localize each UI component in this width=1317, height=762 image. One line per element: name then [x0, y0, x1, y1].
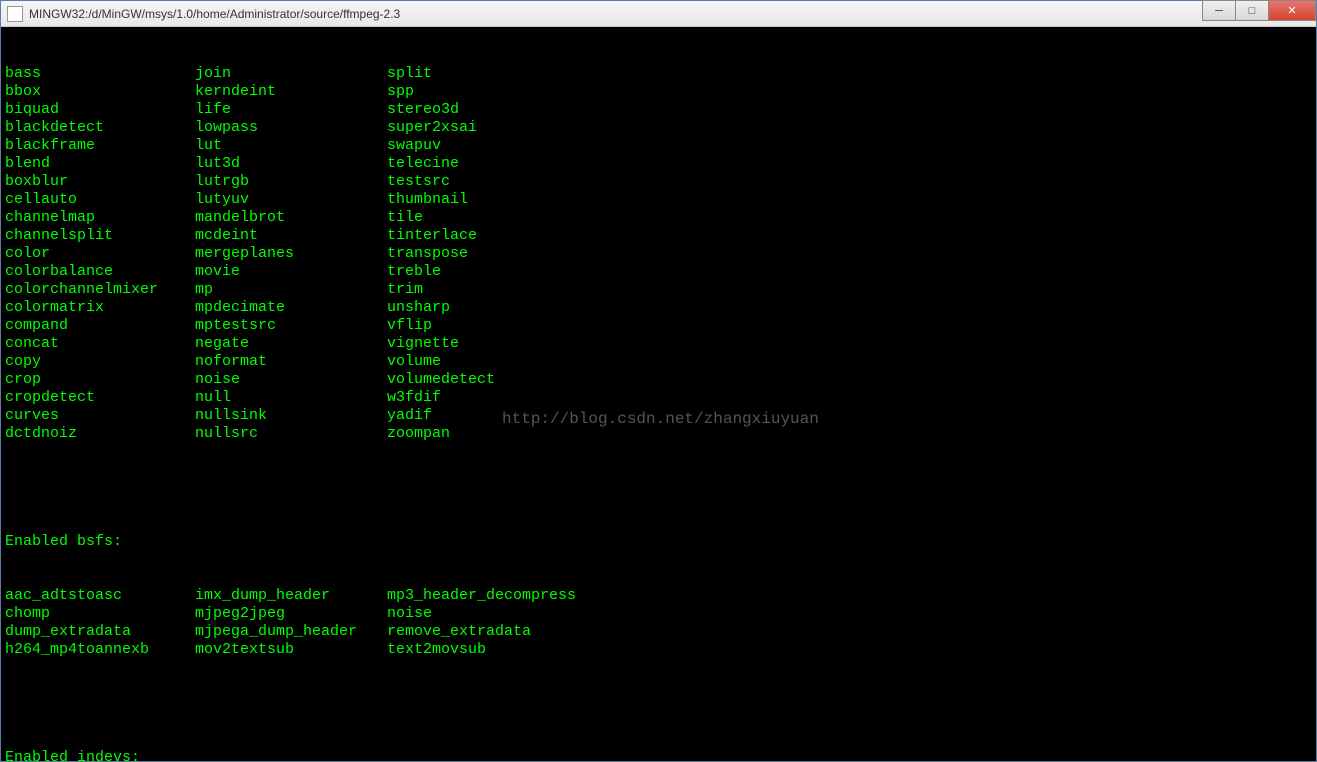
list-item: imx_dump_header — [195, 587, 387, 605]
list-item: volumedetect — [387, 371, 587, 389]
list-item: mpdecimate — [195, 299, 387, 317]
list-item: null — [195, 389, 387, 407]
list-item: biquad — [5, 101, 195, 119]
list-item: vignette — [387, 335, 587, 353]
list-item: lowpass — [195, 119, 387, 137]
list-item: tinterlace — [387, 227, 587, 245]
list-item: cellauto — [5, 191, 195, 209]
minimize-button[interactable]: ─ — [1202, 0, 1236, 21]
list-item: bbox — [5, 83, 195, 101]
list-item: unsharp — [387, 299, 587, 317]
list-item: chomp — [5, 605, 195, 623]
list-item: yadif — [387, 407, 587, 425]
list-item: remove_extradata — [387, 623, 587, 641]
list-item: noise — [195, 371, 387, 389]
list-item: blackframe — [5, 137, 195, 155]
maximize-button[interactable]: □ — [1235, 0, 1269, 21]
window-controls: ─ □ ✕ — [1203, 0, 1316, 21]
list-item: super2xsai — [387, 119, 587, 137]
list-item: mp — [195, 281, 387, 299]
list-item: lut — [195, 137, 387, 155]
list-item: kerndeint — [195, 83, 387, 101]
list-item: colorchannelmixer — [5, 281, 195, 299]
list-item: lutrgb — [195, 173, 387, 191]
list-item: split — [387, 65, 587, 83]
list-item: volume — [387, 353, 587, 371]
list-item: transpose — [387, 245, 587, 263]
list-item: bass — [5, 65, 195, 83]
list-item: boxblur — [5, 173, 195, 191]
bsfs-header: Enabled bsfs: — [5, 533, 1312, 551]
list-item: mcdeint — [195, 227, 387, 245]
list-item: mov2textsub — [195, 641, 387, 659]
list-item: tile — [387, 209, 587, 227]
list-item: h264_mp4toannexb — [5, 641, 195, 659]
list-item: telecine — [387, 155, 587, 173]
list-item: mjpeg2jpeg — [195, 605, 387, 623]
list-item: cropdetect — [5, 389, 195, 407]
list-item: compand — [5, 317, 195, 335]
list-item: movie — [195, 263, 387, 281]
terminal-viewport[interactable]: bassjoinsplit bboxkerndeintspp biquadlifes… — [1, 27, 1316, 761]
list-item: mergeplanes — [195, 245, 387, 263]
list-item: nullsrc — [195, 425, 387, 443]
list-item: channelsplit — [5, 227, 195, 245]
list-item: stereo3d — [387, 101, 587, 119]
list-item: blackdetect — [5, 119, 195, 137]
indevs-header: Enabled indevs: — [5, 749, 1312, 761]
list-item: zoompan — [387, 425, 587, 443]
list-item: copy — [5, 353, 195, 371]
list-item: noformat — [195, 353, 387, 371]
list-item: mp3_header_decompress — [387, 587, 587, 605]
list-item: colorbalance — [5, 263, 195, 281]
list-item: aac_adtstoasc — [5, 587, 195, 605]
list-item: dump_extradata — [5, 623, 195, 641]
list-item: spp — [387, 83, 587, 101]
list-item: mptestsrc — [195, 317, 387, 335]
titlebar[interactable]: MINGW32:/d/MinGW/msys/1.0/home/Administr… — [1, 1, 1316, 27]
list-item: testsrc — [387, 173, 587, 191]
app-icon — [7, 6, 23, 22]
list-item: trim — [387, 281, 587, 299]
list-item: text2movsub — [387, 641, 587, 659]
list-item: negate — [195, 335, 387, 353]
list-item: mjpega_dump_header — [195, 623, 387, 641]
list-item: life — [195, 101, 387, 119]
window-title: MINGW32:/d/MinGW/msys/1.0/home/Administr… — [29, 7, 1316, 21]
list-item: colormatrix — [5, 299, 195, 317]
terminal-window: MINGW32:/d/MinGW/msys/1.0/home/Administr… — [0, 0, 1317, 762]
list-item: channelmap — [5, 209, 195, 227]
list-item: lut3d — [195, 155, 387, 173]
bsfs-grid: aac_adtstoascimx_dump_headermp3_header_d… — [5, 587, 1312, 659]
list-item: curves — [5, 407, 195, 425]
list-item: treble — [387, 263, 587, 281]
list-item: thumbnail — [387, 191, 587, 209]
list-item: join — [195, 65, 387, 83]
list-item: lutyuv — [195, 191, 387, 209]
list-item: crop — [5, 371, 195, 389]
list-item: w3fdif — [387, 389, 587, 407]
list-item: swapuv — [387, 137, 587, 155]
list-item: blend — [5, 155, 195, 173]
list-item: concat — [5, 335, 195, 353]
list-item: dctdnoiz — [5, 425, 195, 443]
list-item: mandelbrot — [195, 209, 387, 227]
list-item: color — [5, 245, 195, 263]
close-button[interactable]: ✕ — [1268, 0, 1316, 21]
filters-grid: bassjoinsplit bboxkerndeintspp biquadlifes… — [5, 65, 1312, 443]
list-item: nullsink — [195, 407, 387, 425]
terminal-output: bassjoinsplit bboxkerndeintspp biquadlifes… — [1, 27, 1316, 761]
list-item: vflip — [387, 317, 587, 335]
list-item: noise — [387, 605, 587, 623]
